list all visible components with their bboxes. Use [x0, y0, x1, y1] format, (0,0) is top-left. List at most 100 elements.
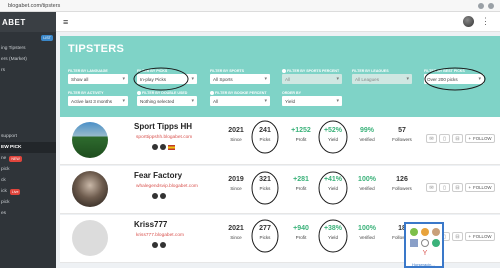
- flag-icon: [168, 144, 175, 150]
- mobile-icon[interactable]: ▯: [439, 183, 450, 192]
- sidebar-item[interactable]: pick: [0, 197, 56, 208]
- sport-icon[interactable]: [410, 228, 418, 236]
- sidebar-item[interactable]: pick: [0, 164, 56, 175]
- stat-since: 2019 Since: [228, 176, 244, 191]
- filter-best-picks-select[interactable]: Over 200 picks: [424, 74, 484, 84]
- sidebar-item[interactable]: ing Tipsters: [0, 43, 56, 54]
- tipster-url[interactable]: kriss777.blogabet.com: [136, 233, 184, 238]
- sidebar-item[interactable]: ers (Market): [0, 54, 56, 65]
- top-header: ≡ ⋮: [56, 12, 500, 32]
- sidebar-item[interactable]: [0, 87, 56, 98]
- lock-icon[interactable]: ⊟: [452, 134, 463, 143]
- extension-icon[interactable]: [478, 2, 484, 9]
- filter-bookie-percent-select[interactable]: All: [210, 96, 270, 106]
- lock-icon[interactable]: ⊟: [452, 232, 463, 241]
- info-icon: [137, 91, 141, 96]
- stat-since: 2021 Since: [228, 225, 244, 240]
- sidebar-badge: LIST: [41, 34, 53, 41]
- tipster-avatar[interactable]: [72, 220, 108, 256]
- filter-leagues-select[interactable]: All Leagues: [352, 74, 412, 84]
- filter-language-select[interactable]: Show all: [68, 74, 128, 84]
- sport-icon[interactable]: [432, 239, 440, 247]
- stats-icon: [160, 242, 166, 248]
- message-icon[interactable]: ✉: [426, 183, 437, 192]
- filter-sports-select[interactable]: All Sports: [210, 74, 270, 84]
- tipster-badges: [152, 242, 166, 248]
- filter-label-leagues: FILTER BY LEAGUES: [352, 69, 389, 73]
- browser-toolbar-icons: [478, 2, 494, 9]
- stat-since: 2021 Since: [228, 127, 244, 142]
- sidebar: ABET LIST ing Tipsters ers (Market) rs supp…: [0, 12, 56, 268]
- stat-picks: 277 Picks: [259, 225, 271, 240]
- sidebar-item[interactable]: EW PICK: [0, 142, 56, 153]
- sidebar-item[interactable]: ick Live: [0, 186, 56, 197]
- check-icon: [152, 193, 158, 199]
- sidebar-item[interactable]: rs: [0, 65, 56, 76]
- check-icon: [152, 242, 158, 248]
- tipster-url[interactable]: whalegendsvip.blogabet.com: [136, 184, 198, 189]
- stat-verified: 100% Verified: [358, 225, 376, 240]
- sport-icon[interactable]: Y: [421, 250, 429, 258]
- tipster-row[interactable]: Sport Tipps HH sporttippshh.blogabet.com…: [60, 117, 500, 165]
- message-icon[interactable]: ✉: [426, 134, 437, 143]
- tipster-avatar[interactable]: [72, 171, 108, 207]
- tipster-name[interactable]: Kriss777: [134, 220, 167, 229]
- follow-button[interactable]: + FOLLOW: [465, 232, 495, 241]
- sidebar-item[interactable]: es: [0, 208, 56, 219]
- menu-toggle-icon[interactable]: ≡: [63, 17, 68, 27]
- tipster-avatar[interactable]: [72, 122, 108, 158]
- filter-label-activity: FILTER BY ACTIVITY: [68, 91, 104, 95]
- sidebar-item[interactable]: support: [0, 131, 56, 142]
- lock-icon[interactable]: ⊟: [452, 183, 463, 192]
- filter-activity-select[interactable]: Active last 3 months: [68, 96, 128, 106]
- follow-icon: +: [468, 185, 472, 190]
- tipster-badges: [152, 144, 175, 150]
- stat-yield: +52% Yield: [323, 127, 343, 142]
- info-icon: [210, 91, 214, 96]
- tipster-url[interactable]: sporttippshh.blogabet.com: [136, 135, 192, 140]
- tipster-row[interactable]: Fear Factory whalegendsvip.blogabet.com …: [60, 166, 500, 214]
- order-by-select[interactable]: Yield: [282, 96, 342, 106]
- sidebar-item[interactable]: ne NEW: [0, 153, 56, 164]
- sidebar-item[interactable]: [0, 120, 56, 131]
- sidebar-item[interactable]: [0, 109, 56, 120]
- info-icon: [282, 69, 286, 74]
- filter-label-best-picks: FILTER BY BEST PICKS: [424, 69, 465, 73]
- bookmaker-popup: Y Horseracin...: [404, 222, 444, 268]
- stat-verified: 99% Verified: [359, 127, 375, 142]
- stats-icon: [160, 144, 166, 150]
- follow-icon: +: [468, 136, 472, 141]
- sport-icon[interactable]: [421, 239, 429, 247]
- sport-icon[interactable]: [421, 228, 429, 236]
- sidebar-item-label: pick: [1, 200, 10, 205]
- sport-icon[interactable]: [432, 228, 440, 236]
- filter-label-picks: FILTER BY PICKS: [137, 69, 168, 73]
- horseracing-link[interactable]: Horseracin...: [412, 262, 435, 267]
- profile-icon[interactable]: [488, 2, 494, 9]
- site-logo[interactable]: ABET: [0, 12, 56, 32]
- mobile-icon[interactable]: ▯: [439, 134, 450, 143]
- filter-label-sports-percent: FILTER BY SPORTS PERCENT: [282, 69, 339, 74]
- sidebar-item[interactable]: LIST: [0, 32, 56, 43]
- follow-button[interactable]: + FOLLOW: [465, 183, 495, 192]
- tipster-name[interactable]: Sport Tipps HH: [134, 122, 192, 131]
- filter-picks-select[interactable]: In-play Picks: [137, 74, 197, 84]
- sidebar-item[interactable]: [0, 76, 56, 87]
- sidebar-item[interactable]: ck: [0, 175, 56, 186]
- stat-yield: +38% Yield: [323, 225, 343, 240]
- sidebar-item-label: ers (Market): [1, 57, 27, 62]
- filter-label-double-used: FILTER BY DOUBLE USED: [137, 91, 187, 96]
- browser-address-bar[interactable]: blogabet.com/tipsters: [0, 0, 500, 12]
- user-avatar[interactable]: [463, 16, 474, 27]
- filter-double-used-select[interactable]: Nothing selected: [137, 96, 197, 106]
- sidebar-item-label: ne: [1, 156, 7, 161]
- url-text[interactable]: blogabet.com/tipsters: [8, 3, 60, 9]
- apps-grid-icon[interactable]: ⋮: [481, 16, 490, 27]
- filter-label-bookie-percent: FILTER BY BOOKIE PERCENT: [210, 91, 267, 96]
- sport-icon[interactable]: [410, 239, 418, 247]
- sidebar-item[interactable]: [0, 98, 56, 109]
- tipster-name[interactable]: Fear Factory: [134, 171, 182, 180]
- filter-label-language: FILTER BY LANGUAGE: [68, 69, 108, 73]
- filter-sports-percent-select[interactable]: All: [282, 74, 342, 84]
- follow-button[interactable]: + FOLLOW: [465, 134, 495, 143]
